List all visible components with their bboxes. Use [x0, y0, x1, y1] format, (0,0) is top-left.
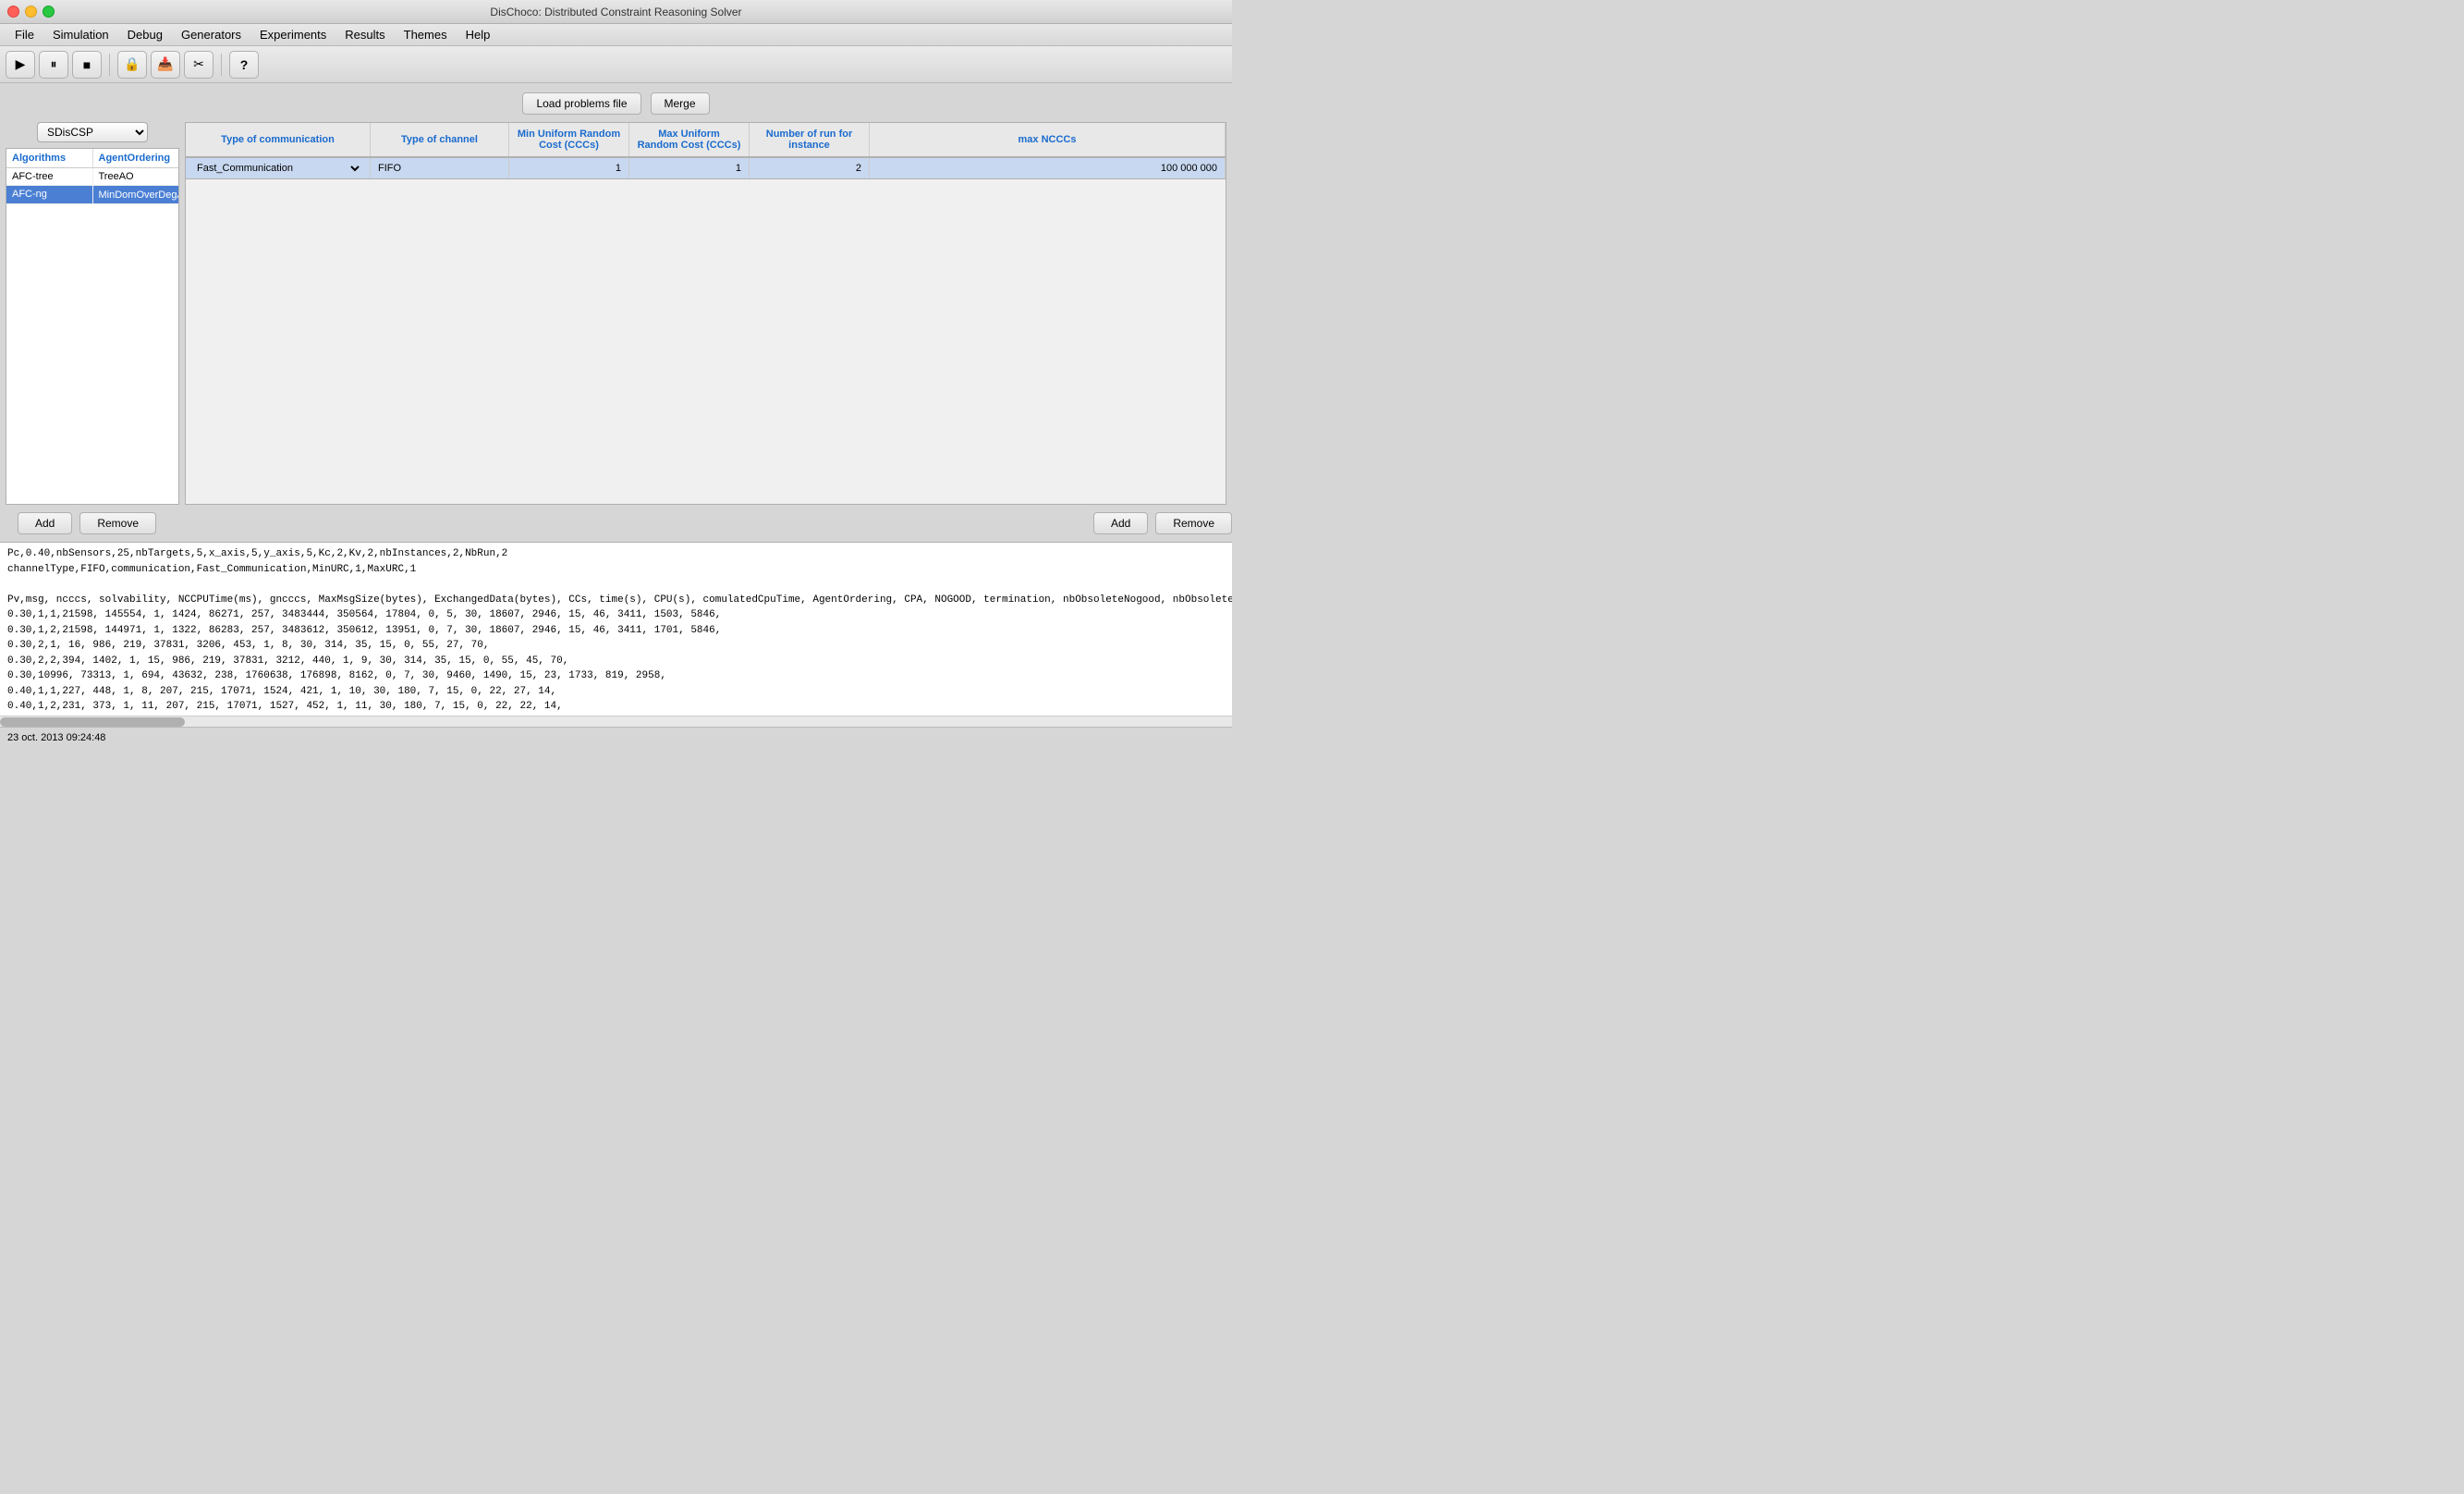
cut-button[interactable]: ✂: [184, 51, 213, 79]
col-header-channel: Type of channel: [371, 123, 509, 156]
algo-dropdown-row: SDisCSP DCSP DCSOP: [6, 122, 179, 148]
stop-button[interactable]: ■: [72, 51, 102, 79]
exp-channel-0: FIFO: [371, 158, 509, 178]
algorithms-col-header: Algorithms: [6, 149, 93, 167]
algo-ordering-1: MinDomOverDegAO ▾: [93, 186, 179, 203]
menu-debug[interactable]: Debug: [118, 26, 172, 43]
window-controls[interactable]: [7, 6, 55, 18]
stop-icon: ■: [83, 57, 91, 72]
menu-generators[interactable]: Generators: [172, 26, 250, 43]
algorithm-type-select[interactable]: SDisCSP DCSP DCSOP: [37, 122, 148, 142]
title-bar: DisChoco: Distributed Constraint Reasoni…: [0, 0, 1232, 24]
experiments-table: Type of communication Type of channel Mi…: [185, 122, 1226, 505]
menu-bar: File Simulation Debug Generators Experim…: [0, 24, 1232, 46]
help-button[interactable]: ?: [229, 51, 259, 79]
merge-button[interactable]: Merge: [651, 92, 710, 115]
algorithm-table: Algorithms AgentOrdering AFC-tree TreeAO…: [6, 148, 179, 505]
load-file-button[interactable]: 📥: [151, 51, 180, 79]
close-button[interactable]: [7, 6, 19, 18]
load-problems-button[interactable]: Load problems file: [522, 92, 640, 115]
load-icon: 📥: [157, 56, 173, 72]
experiments-data-row-0: Fast_Communication FIFO 1 1 2 100 000 00…: [186, 158, 1226, 179]
algo-name-1: AFC-ng: [6, 186, 93, 203]
menu-experiments[interactable]: Experiments: [250, 26, 335, 43]
main-content: Load problems file Merge SDisCSP DCSP DC…: [0, 83, 1232, 727]
right-panel: Type of communication Type of channel Mi…: [185, 122, 1226, 505]
col-header-max-nccc: max NCCCs: [870, 123, 1226, 156]
toolbar: ▶ ⏸ ■ 🔒 📥 ✂ ?: [0, 46, 1232, 83]
pause-button[interactable]: ⏸: [39, 51, 68, 79]
toolbar-separator-1: [109, 54, 110, 76]
col-header-max-urc: Max Uniform Random Cost (CCCs): [629, 123, 750, 156]
menu-help[interactable]: Help: [457, 26, 500, 43]
toolbar-separator-2: [221, 54, 222, 76]
menu-file[interactable]: File: [6, 26, 43, 43]
left-bottom-buttons: Add Remove: [0, 512, 174, 534]
exp-max-urc-0: 1: [629, 158, 750, 178]
status-bar: 23 oct. 2013 09:24:48: [0, 727, 1232, 747]
minimize-button[interactable]: [25, 6, 37, 18]
col-header-communication: Type of communication: [186, 123, 371, 156]
remove-exp-button[interactable]: Remove: [1155, 512, 1232, 534]
bottom-buttons-row: Add Remove Add Remove: [0, 505, 1232, 542]
question-icon: ?: [240, 57, 249, 72]
menu-simulation[interactable]: Simulation: [43, 26, 118, 43]
action-bar: Load problems file Merge: [0, 83, 1232, 122]
exp-min-urc-0: 1: [509, 158, 629, 178]
experiments-header-row: Type of communication Type of channel Mi…: [186, 123, 1226, 158]
exp-max-nccc-0: 100 000 000: [870, 158, 1226, 178]
status-timestamp: 23 oct. 2013 09:24:48: [7, 732, 105, 743]
algo-row-0[interactable]: AFC-tree TreeAO: [6, 168, 178, 186]
pause-icon: ⏸: [51, 56, 57, 72]
cut-icon: ✂: [193, 56, 204, 72]
exp-nb-run-0: 2: [750, 158, 870, 178]
agent-ordering-col-header: AgentOrdering: [93, 149, 179, 167]
add-algo-button[interactable]: Add: [18, 512, 72, 534]
algo-row-1[interactable]: AFC-ng MinDomOverDegAO ▾: [6, 186, 178, 204]
window-title: DisChoco: Distributed Constraint Reasoni…: [490, 6, 741, 18]
scroll-thumb[interactable]: [0, 717, 185, 727]
maximize-button[interactable]: [43, 6, 55, 18]
menu-themes[interactable]: Themes: [395, 26, 457, 43]
left-panel: SDisCSP DCSP DCSOP Algorithms AgentOrder…: [6, 122, 179, 505]
algo-ordering-0: TreeAO: [93, 168, 179, 185]
algo-name-0: AFC-tree: [6, 168, 93, 185]
lock-button[interactable]: 🔒: [117, 51, 147, 79]
right-bottom-buttons: Add Remove: [179, 512, 1232, 534]
log-content[interactable]: Pc,0.40,nbSensors,25,nbTargets,5,x_axis,…: [0, 543, 1232, 716]
menu-results[interactable]: Results: [335, 26, 394, 43]
remove-algo-button[interactable]: Remove: [79, 512, 156, 534]
communication-select[interactable]: Fast_Communication: [193, 162, 362, 175]
lock-icon: 🔒: [124, 56, 140, 72]
col-header-nb-run: Number of run for instance: [750, 123, 870, 156]
middle-section: SDisCSP DCSP DCSOP Algorithms AgentOrder…: [0, 122, 1232, 505]
play-button[interactable]: ▶: [6, 51, 35, 79]
algo-table-header: Algorithms AgentOrdering: [6, 149, 178, 168]
play-icon: ▶: [16, 56, 26, 72]
col-header-min-urc: Min Uniform Random Cost (CCCs): [509, 123, 629, 156]
log-area: Pc,0.40,nbSensors,25,nbTargets,5,x_axis,…: [0, 542, 1232, 727]
add-exp-button[interactable]: Add: [1093, 512, 1148, 534]
exp-communication-0[interactable]: Fast_Communication: [186, 158, 371, 178]
log-horizontal-scrollbar[interactable]: [0, 716, 1232, 727]
